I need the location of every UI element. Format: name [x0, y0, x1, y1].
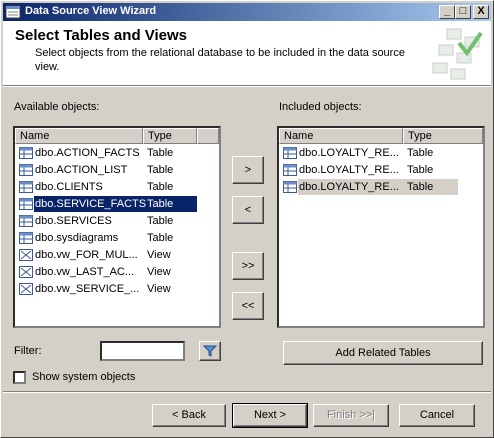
- list-item[interactable]: dbo.vw_FOR_MUL... View: [15, 247, 219, 264]
- item-name: dbo.LOYALTY_RE...: [299, 181, 399, 193]
- table-icon: [283, 147, 297, 159]
- list-item[interactable]: dbo.vw_SERVICE_... View: [15, 281, 219, 298]
- item-name: dbo.vw_FOR_MUL...: [35, 249, 138, 261]
- list-item[interactable]: dbo.CLIENTS Table: [15, 179, 219, 196]
- available-col-filler: [197, 128, 219, 144]
- filter-button[interactable]: [199, 341, 221, 361]
- item-type: Table: [407, 147, 434, 159]
- funnel-icon: [202, 345, 218, 357]
- item-type: Table: [147, 198, 174, 210]
- window-title: Data Source View Wizard: [25, 5, 157, 17]
- table-icon: [19, 198, 33, 210]
- list-item[interactable]: dbo.SERVICES Table: [15, 213, 219, 230]
- minimize-button[interactable]: _: [439, 5, 455, 19]
- item-name: dbo.vw_SERVICE_...: [35, 283, 140, 295]
- table-icon: [19, 147, 33, 159]
- view-icon: [19, 249, 33, 261]
- show-system-objects-checkbox[interactable]: [13, 371, 26, 384]
- included-col-type[interactable]: Type: [403, 128, 483, 144]
- item-type: Table: [147, 232, 174, 244]
- item-type: View: [147, 283, 171, 295]
- remove-all-button[interactable]: <<: [232, 292, 264, 320]
- item-name: dbo.ACTION_LIST: [35, 164, 128, 176]
- list-item[interactable]: dbo.ACTION_LIST Table: [15, 162, 219, 179]
- list-item[interactable]: dbo.vw_LAST_AC... View: [15, 264, 219, 281]
- wizard-app-icon: [5, 5, 21, 19]
- included-list-header: Name Type: [279, 128, 483, 144]
- item-name: dbo.SERVICE_FACTS: [35, 198, 147, 210]
- table-icon: [19, 232, 33, 244]
- filter-label: Filter:: [14, 345, 42, 357]
- page-subtitle: Select objects from the relational datab…: [35, 47, 405, 73]
- add-all-button[interactable]: >>: [232, 252, 264, 280]
- list-item[interactable]: dbo.LOYALTY_RE... Table: [279, 145, 483, 162]
- maximize-button[interactable]: □: [455, 5, 471, 19]
- show-system-objects-label: Show system objects: [32, 371, 136, 383]
- next-button[interactable]: Next >: [232, 403, 308, 428]
- item-name: dbo.SERVICES: [35, 215, 112, 227]
- filter-input[interactable]: [100, 341, 185, 361]
- list-item[interactable]: dbo.LOYALTY_RE... Table: [279, 162, 483, 179]
- available-col-type[interactable]: Type: [143, 128, 197, 144]
- available-col-name[interactable]: Name: [15, 128, 143, 144]
- item-name: dbo.LOYALTY_RE...: [299, 147, 399, 159]
- item-name: dbo.sysdiagrams: [35, 232, 119, 244]
- list-item[interactable]: dbo.ACTION_FACTS Table: [15, 145, 219, 162]
- item-type: View: [147, 249, 171, 261]
- add-object-button[interactable]: >: [232, 156, 264, 184]
- title-bar[interactable]: Data Source View Wizard _ □ X: [3, 3, 491, 21]
- item-name: dbo.ACTION_FACTS: [35, 147, 140, 159]
- item-type: Table: [147, 215, 174, 227]
- wizard-window: Data Source View Wizard _ □ X Select Tab…: [0, 0, 494, 438]
- table-icon: [283, 181, 297, 193]
- wizard-banner-icon: [432, 28, 483, 80]
- item-name: dbo.CLIENTS: [35, 181, 103, 193]
- item-type: View: [147, 266, 171, 278]
- table-icon: [19, 215, 33, 227]
- item-type: Table: [147, 181, 174, 193]
- item-name: dbo.LOYALTY_RE...: [299, 164, 399, 176]
- header-separator: [3, 85, 491, 87]
- item-type: Table: [407, 181, 434, 193]
- item-name: dbo.vw_LAST_AC...: [35, 266, 135, 278]
- footer-separator: [3, 391, 491, 393]
- item-type: Table: [407, 164, 434, 176]
- page-title: Select Tables and Views: [15, 27, 188, 44]
- list-item[interactable]: dbo.SERVICE_FACTS Table: [15, 196, 219, 213]
- wizard-header: Select Tables and Views Select objects f…: [3, 21, 491, 85]
- list-item[interactable]: dbo.LOYALTY_RE... Table: [279, 179, 483, 196]
- cancel-button[interactable]: Cancel: [399, 404, 475, 427]
- add-related-tables-button[interactable]: Add Related Tables: [283, 341, 483, 365]
- item-type: Table: [147, 147, 174, 159]
- included-col-name[interactable]: Name: [279, 128, 403, 144]
- available-list-header: Name Type: [15, 128, 219, 144]
- finish-button[interactable]: Finish >>|: [313, 404, 389, 427]
- included-objects-label: Included objects:: [279, 101, 362, 113]
- item-type: Table: [147, 164, 174, 176]
- close-button[interactable]: X: [473, 5, 489, 19]
- view-icon: [19, 266, 33, 278]
- table-icon: [283, 164, 297, 176]
- back-button[interactable]: < Back: [152, 404, 226, 427]
- view-icon: [19, 283, 33, 295]
- table-icon: [19, 181, 33, 193]
- remove-object-button[interactable]: <: [232, 196, 264, 224]
- list-item[interactable]: dbo.sysdiagrams Table: [15, 230, 219, 247]
- available-objects-label: Available objects:: [14, 101, 100, 113]
- table-icon: [19, 164, 33, 176]
- available-objects-list[interactable]: Name Type dbo.ACTION_FACTS Table dbo.ACTIO…: [13, 126, 221, 328]
- included-objects-list[interactable]: Name Type dbo.LOYALTY_RE... Table dbo.LOYA…: [277, 126, 485, 328]
